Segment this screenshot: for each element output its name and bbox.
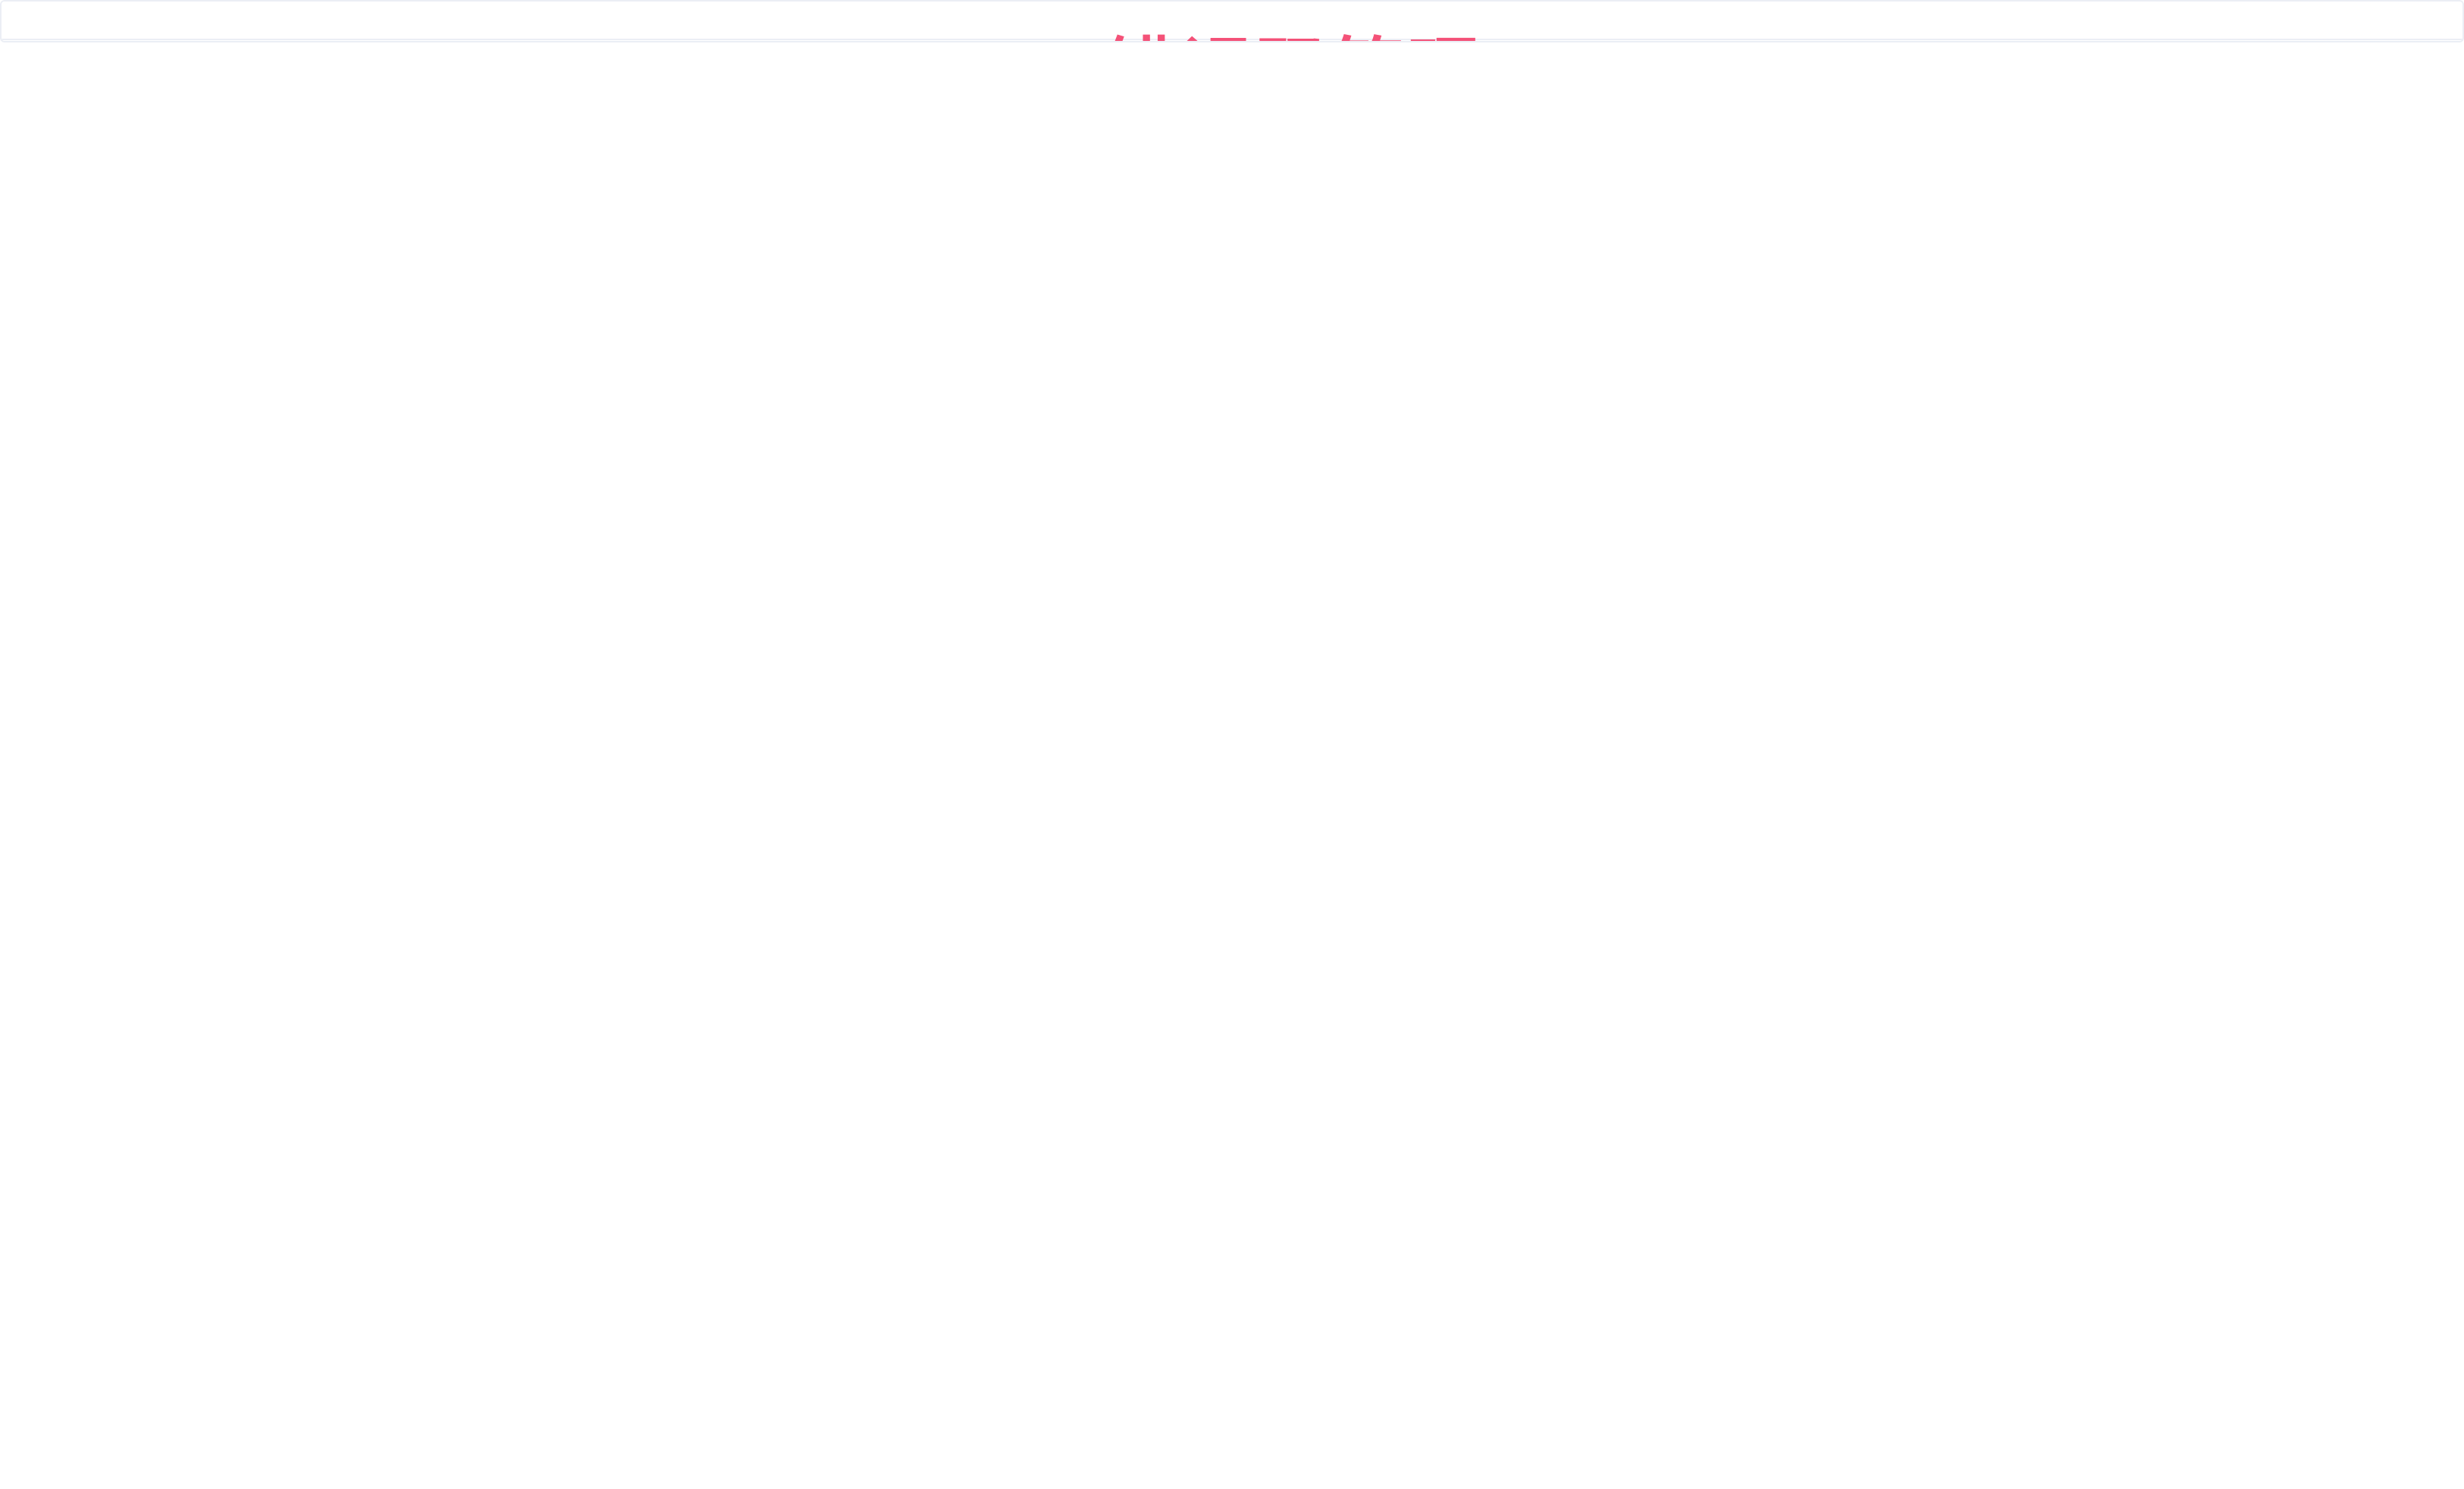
page: 不安全 dashboard.yudao.iocoder.cn/system/er… <box>0 0 2464 42</box>
page-content: 错误码类型 请选择错误码类型 应用名 错误码编码 <box>0 0 2464 42</box>
table-body: 3939手动编辑dashboard1001000001参数配置不存在ceshi2… <box>0 0 2464 42</box>
app-shell: 🐰 芋道管理系统 首页系统管理用户管理角色管理菜单管理部门管理岗位管理字典管理通… <box>0 0 2464 42</box>
table-row: 3941自动生成dashboard1001000003不能删除类型为系统内置的参… <box>0 0 2464 39</box>
error-code-table: 编号类型应用名错误码编码错误码提示备注创建时间操作 3939手动编辑dashbo… <box>0 0 2464 42</box>
main-area: 首页 / 系统管理 / 错误码管理 <box>0 0 2464 42</box>
table-row: 3942自动生成dashboard1001000004不允许获取敏感配置到前端2… <box>0 39 2464 42</box>
cell-hint: 不能删除类型为系统内置的参数配置 <box>0 0 2464 39</box>
cell-hint: 不允许获取敏感配置到前端 <box>0 39 2464 42</box>
